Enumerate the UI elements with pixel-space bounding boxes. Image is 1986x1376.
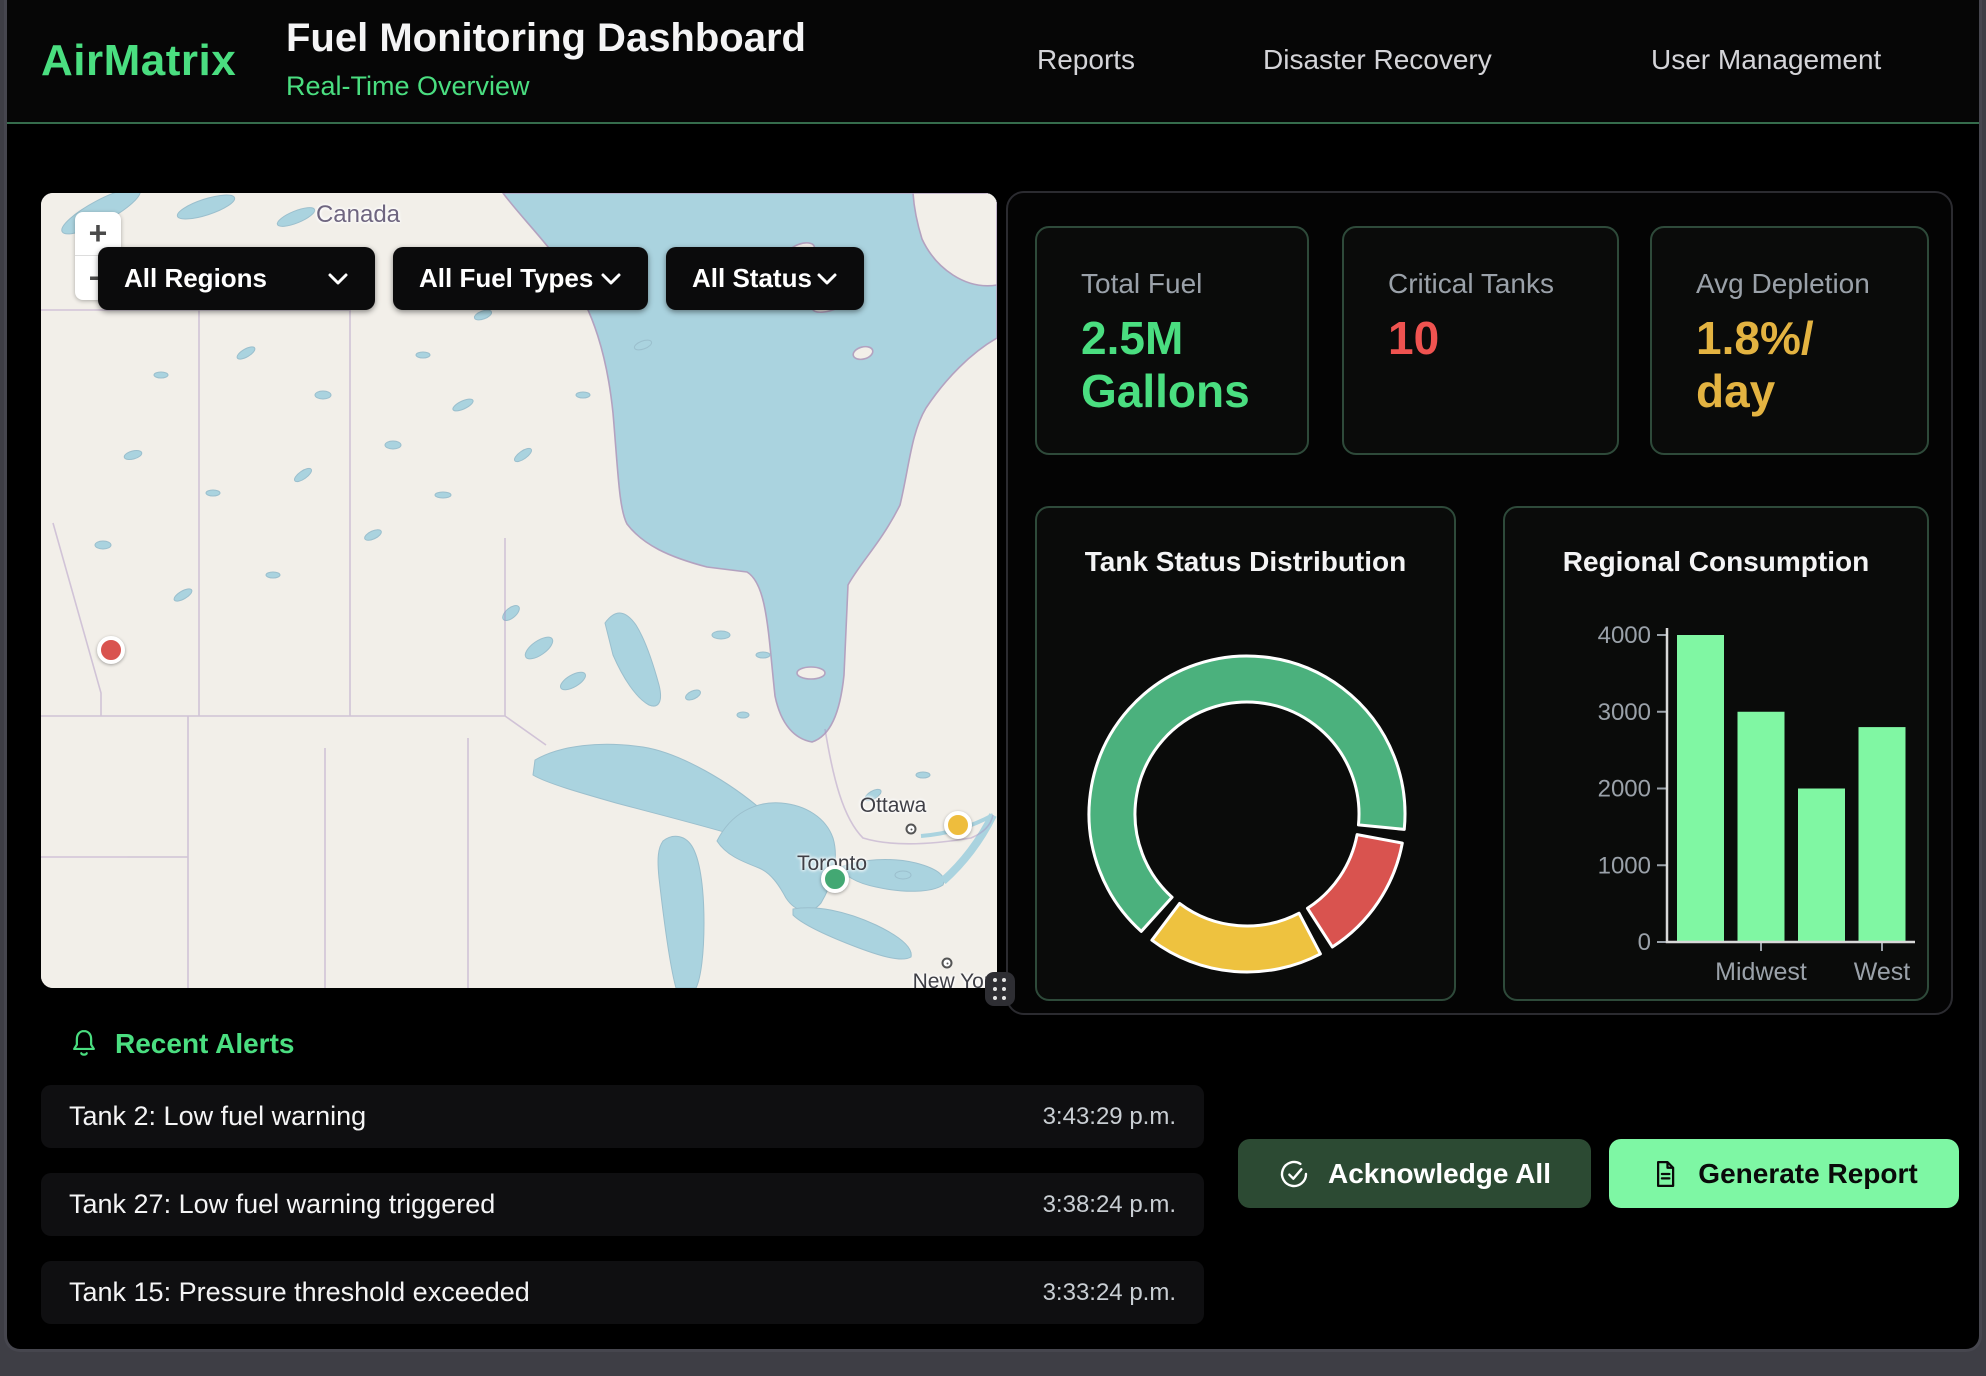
chevron-down-icon	[327, 272, 349, 286]
x-tick-label: Midwest	[1715, 958, 1807, 986]
chart-title: Regional Consumption	[1505, 546, 1927, 578]
map-label-canada: Canada	[316, 201, 400, 229]
x-tick-label: West	[1854, 958, 1911, 986]
ottawa-town-dot	[906, 824, 917, 835]
region-filter-dropdown[interactable]: All Regions	[98, 247, 375, 310]
bar-0[interactable]	[1677, 635, 1724, 942]
regional-consumption-bar-chart: 0 1000 2000 3000 4000 Midwest West	[1505, 598, 1931, 1002]
alert-text: Tank 27: Low fuel warning triggered	[69, 1189, 495, 1220]
page-title: Fuel Monitoring Dashboard	[286, 16, 806, 61]
stat-label: Avg Depletion	[1696, 268, 1927, 300]
y-tick-label: 2000	[1598, 776, 1651, 803]
resize-grip-handle[interactable]	[985, 972, 1015, 1006]
status-filter-label: All Status	[692, 263, 812, 294]
alert-row[interactable]: Tank 27: Low fuel warning triggered 3:38…	[41, 1173, 1204, 1236]
regional-consumption-chart-card: Regional Consumption 0 1000 2000 3000 4000 Mi…	[1503, 506, 1929, 1001]
map-filter-row: All Regions All Fuel Types All Status	[98, 247, 864, 310]
y-tick-label: 3000	[1598, 699, 1651, 726]
recent-alerts-title: Recent Alerts	[115, 1028, 294, 1060]
alert-time: 3:43:29 p.m.	[1043, 1103, 1176, 1131]
page-subtitle: Real-Time Overview	[286, 71, 806, 102]
app-window: AirMatrix Fuel Monitoring Dashboard Real…	[4, 0, 1982, 1352]
bell-icon	[69, 1028, 99, 1060]
stat-card-avg-depletion: Avg Depletion 1.8%/ day	[1650, 226, 1929, 455]
tank-marker-critical[interactable]	[97, 636, 125, 664]
nav-reports[interactable]: Reports	[1037, 44, 1135, 76]
generate-report-label: Generate Report	[1698, 1158, 1917, 1190]
bar-3[interactable]	[1859, 727, 1906, 942]
newyork-town-dot	[942, 958, 953, 969]
stat-card-total-fuel: Total Fuel 2.5M Gallons	[1035, 226, 1309, 455]
doughnut-segment-warning[interactable]	[1152, 903, 1321, 972]
stat-value: 1.8%/ day	[1696, 312, 1927, 419]
alert-text: Tank 2: Low fuel warning	[69, 1101, 366, 1132]
stat-value: 10	[1388, 312, 1617, 365]
map-label-ottawa: Ottawa	[860, 794, 927, 818]
doughnut-segment-critical[interactable]	[1307, 835, 1402, 947]
y-tick-label: 1000	[1598, 852, 1651, 879]
tank-status-doughnut-chart	[1037, 598, 1458, 1002]
y-tick-label: 4000	[1598, 622, 1651, 649]
brand-logo: AirMatrix	[41, 36, 236, 86]
check-circle-icon	[1278, 1158, 1310, 1190]
stat-value: 2.5M Gallons	[1081, 312, 1307, 419]
nav-user-management[interactable]: User Management	[1651, 44, 1881, 76]
alert-row[interactable]: Tank 2: Low fuel warning 3:43:29 p.m.	[41, 1085, 1204, 1148]
alert-text: Tank 15: Pressure threshold exceeded	[69, 1277, 530, 1308]
y-tick-label: 0	[1638, 929, 1651, 956]
fuel-type-filter-dropdown[interactable]: All Fuel Types	[393, 247, 648, 310]
acknowledge-all-label: Acknowledge All	[1328, 1158, 1551, 1190]
stat-label: Total Fuel	[1081, 268, 1307, 300]
alert-row[interactable]: Tank 15: Pressure threshold exceeded 3:3…	[41, 1261, 1204, 1324]
recent-alerts-heading: Recent Alerts	[69, 1028, 294, 1060]
alert-time: 3:38:24 p.m.	[1043, 1191, 1176, 1219]
region-filter-label: All Regions	[124, 263, 267, 294]
title-block: Fuel Monitoring Dashboard Real-Time Over…	[286, 16, 806, 102]
acknowledge-all-button[interactable]: Acknowledge All	[1238, 1139, 1591, 1208]
chart-title: Tank Status Distribution	[1037, 546, 1454, 578]
nav-disaster-recovery[interactable]: Disaster Recovery	[1263, 44, 1492, 76]
stat-card-critical-tanks: Critical Tanks 10	[1342, 226, 1619, 455]
bar-1[interactable]	[1738, 712, 1785, 942]
fuel-filter-label: All Fuel Types	[419, 263, 593, 294]
stat-label: Critical Tanks	[1388, 268, 1617, 300]
chevron-down-icon	[600, 272, 622, 286]
bar-2[interactable]	[1798, 789, 1845, 943]
generate-report-button[interactable]: Generate Report	[1609, 1139, 1959, 1208]
file-text-icon	[1650, 1159, 1680, 1189]
tank-status-chart-card: Tank Status Distribution	[1035, 506, 1456, 1001]
tank-marker-normal[interactable]	[821, 865, 849, 893]
status-filter-dropdown[interactable]: All Status	[666, 247, 864, 310]
map-panel[interactable]: Canada Ottawa Toronto New York + − All R…	[41, 193, 997, 988]
alert-time: 3:33:24 p.m.	[1043, 1279, 1176, 1307]
tank-marker-warning[interactable]	[944, 811, 972, 839]
chevron-down-icon	[816, 272, 838, 286]
header: AirMatrix Fuel Monitoring Dashboard Real…	[7, 0, 1979, 124]
